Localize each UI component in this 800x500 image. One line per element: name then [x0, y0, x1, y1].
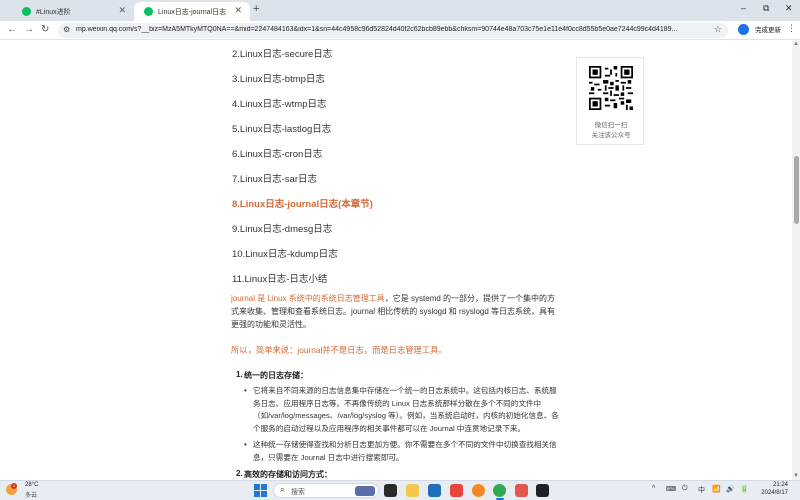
maximize-button[interactable]: ⧉: [763, 3, 769, 14]
forward-arrow-icon[interactable]: →: [24, 24, 34, 35]
power-icon[interactable]: ⏻: [682, 485, 688, 493]
new-tab-button[interactable]: +: [253, 3, 259, 15]
toc-item[interactable]: 5.Linux日志-lastlog日志: [232, 115, 562, 140]
toc-item[interactable]: 10.Linux日志-kdump日志: [232, 240, 562, 265]
article-content: 2.Linux日志-secure日志 3.Linux日志-btmp日志 4.Li…: [0, 40, 792, 480]
browser-toolbar: ← → ↻ ⚙ mp.weixin.qq.com/s?__biz=MzA5MTk…: [0, 21, 800, 40]
keyboard-icon[interactable]: ⌨: [666, 485, 676, 493]
clock-date[interactable]: 2024/8/17: [748, 490, 788, 496]
tray-overflow-icon[interactable]: ^: [652, 485, 655, 492]
wechat-icon: [144, 7, 153, 16]
section-title: 统一的日志存储: [244, 371, 300, 380]
search-highlight-icon: [355, 486, 375, 496]
section-number: 1.: [236, 370, 243, 379]
volume-icon[interactable]: 🔊: [726, 485, 735, 493]
section-heading: 统一的日志存储：: [244, 370, 308, 381]
app-icon[interactable]: [450, 484, 463, 497]
clock-time[interactable]: 21:24: [758, 482, 788, 488]
bullet-icon: •: [244, 386, 247, 395]
search-icon: ⌕: [280, 485, 285, 494]
site-info-icon[interactable]: ⚙: [63, 25, 70, 34]
reload-icon[interactable]: ↻: [41, 24, 49, 35]
qr-caption-line2: 关注该公众号: [591, 132, 631, 139]
tab-linux-advanced[interactable]: #Linux进阶 ✕: [12, 2, 134, 21]
toc-item[interactable]: 9.Linux日志-dmesg日志: [232, 215, 562, 240]
toc-item-current[interactable]: 8.Linux日志-journal日志(本章节): [232, 190, 562, 215]
section-heading: 高效的存储和访问方式：: [244, 469, 332, 480]
close-window-button[interactable]: ✕: [785, 3, 793, 14]
url-text[interactable]: mp.weixin.qq.com/s?__biz=MzA5MTkyMTQ0NA=…: [76, 26, 706, 33]
app-icon[interactable]: [428, 484, 441, 497]
close-tab-icon[interactable]: ✕: [234, 5, 242, 16]
tab-label: Linux日志-journal日志: [158, 8, 227, 16]
address-bar[interactable]: ⚙ mp.weixin.qq.com/s?__biz=MzA5MTkyMTQ0N…: [58, 23, 728, 38]
close-tab-icon[interactable]: ✕: [118, 5, 126, 16]
intro-highlight: journal 是 Linux 系统中的系统日志管理工具: [231, 294, 385, 303]
app-icon[interactable]: [515, 484, 528, 497]
app-icon[interactable]: [472, 484, 485, 497]
section-title: 高效的存储和访问方式: [244, 470, 324, 479]
bullet-icon: •: [244, 440, 247, 449]
qr-code-card: 微信扫一扫 关注该公众号: [576, 57, 644, 145]
tab-label: #Linux进阶: [36, 8, 71, 16]
page-scrollbar[interactable]: ▲ ▼: [792, 40, 800, 480]
app-icon[interactable]: [536, 484, 549, 497]
section-title-suffix: ：: [300, 371, 308, 380]
toc-item[interactable]: 6.Linux日志-cron日志: [232, 140, 562, 165]
file-explorer-icon[interactable]: [406, 484, 419, 497]
menu-dots-icon[interactable]: ⋮: [787, 23, 796, 34]
weather-description[interactable]: 多云: [25, 490, 37, 499]
back-arrow-icon[interactable]: ←: [7, 24, 17, 35]
task-view-icon[interactable]: [384, 484, 397, 497]
input-method-icon[interactable]: 中: [698, 485, 705, 495]
windows-start-icon[interactable]: [254, 484, 267, 497]
wechat-icon: [22, 7, 31, 16]
table-of-contents: 2.Linux日志-secure日志 3.Linux日志-btmp日志 4.Li…: [232, 40, 562, 290]
toc-item[interactable]: 3.Linux日志-btmp日志: [232, 65, 562, 90]
section-number: 2.: [236, 469, 243, 478]
profile-avatar-icon[interactable]: [738, 24, 749, 35]
toc-item[interactable]: 2.Linux日志-secure日志: [232, 40, 562, 65]
qr-caption-line1: 微信扫一扫: [594, 122, 628, 129]
taskbar: 1 28°C 多云 ⌕ 搜索 ^ ⌨ ⏻ 中 📶 🔊 🔋 21:24 2024/…: [0, 480, 800, 500]
toc-item[interactable]: 7.Linux日志-sar日志: [232, 165, 562, 190]
notification-badge: 1: [11, 483, 17, 489]
section-title-suffix: ：: [324, 470, 332, 479]
scroll-down-icon[interactable]: ▼: [793, 473, 799, 479]
search-label: 搜索: [291, 489, 305, 496]
chrome-icon[interactable]: [493, 484, 506, 497]
weather-temperature[interactable]: 28°C: [25, 482, 38, 488]
tab-journal-log[interactable]: Linux日志-journal日志 ✕: [134, 2, 250, 21]
list-item: 这种统一存储使得查找和分析日志更加方便。你不需要在多个不同的文件中切换查找相关信…: [253, 440, 557, 462]
qr-code-icon: [589, 66, 633, 110]
bookmark-star-icon[interactable]: ☆: [714, 24, 722, 35]
intro-paragraph: journal 是 Linux 系统中的系统日志管理工具，它是 systemd …: [231, 292, 563, 331]
scrollbar-thumb[interactable]: [793, 156, 799, 224]
wifi-icon[interactable]: 📶: [712, 485, 721, 493]
toc-item[interactable]: 4.Linux日志-wtmp日志: [232, 90, 562, 115]
taskbar-search[interactable]: ⌕ 搜索: [273, 483, 379, 498]
toc-item[interactable]: 11.Linux日志-日志小结: [232, 265, 562, 290]
minimize-button[interactable]: –: [741, 3, 746, 13]
scroll-up-icon[interactable]: ▲: [793, 41, 799, 47]
tab-strip: #Linux进阶 ✕ Linux日志-journal日志 ✕ + – ⧉ ✕: [0, 0, 800, 21]
list-item: 它将来自不同来源的日志信息集中存储在一个统一的日志系统中。这包括内核日志、系统服…: [253, 386, 559, 433]
update-button[interactable]: 完成更新: [755, 24, 781, 34]
summary-text: 所以，简单来说：journal并不是日志，而是日志管理工具。: [231, 345, 447, 355]
